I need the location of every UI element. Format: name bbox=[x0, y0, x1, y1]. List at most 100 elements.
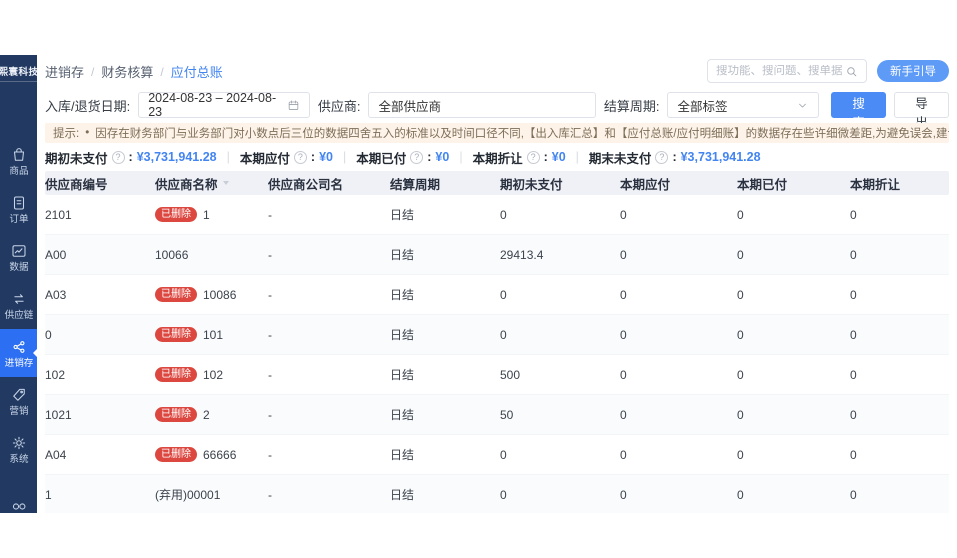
date-range-input[interactable]: 2024-08-23 – 2024-08-23 bbox=[138, 91, 310, 119]
cell-period-discount: 0 bbox=[850, 407, 857, 422]
help-icon[interactable]: ? bbox=[410, 150, 424, 164]
summary-value: ¥0 bbox=[319, 150, 333, 164]
period-select[interactable]: 全部标签 bbox=[667, 92, 820, 118]
summary-label: 期末未支付 bbox=[588, 151, 652, 166]
cell-opening-unpaid: 0 bbox=[500, 287, 507, 302]
sidebar-item-marketing[interactable]: 营销 bbox=[0, 377, 37, 425]
supplier-input[interactable]: 全部供应商 bbox=[368, 92, 596, 118]
sidebar-item-goods[interactable]: 商品 bbox=[0, 137, 37, 185]
column-header-period-discount: 本期折让 bbox=[850, 177, 901, 192]
sort-icon[interactable] bbox=[222, 181, 229, 185]
colon: : bbox=[427, 150, 432, 164]
table-row[interactable]: 1021 已删除 2 - 日结 50 0 0 0 bbox=[45, 395, 949, 435]
summary-value: ¥0 bbox=[551, 150, 566, 164]
topbar: 进销存 财务核算 应付总账 新手引导 bbox=[45, 55, 949, 87]
global-search[interactable] bbox=[707, 59, 867, 83]
summary-item-period-discount: 本期折让 ? : ¥0 bbox=[473, 148, 566, 167]
help-icon[interactable]: ? bbox=[111, 150, 125, 164]
sidebar-item-label: 数据 bbox=[8, 261, 29, 273]
cell-supplier-name: 已删除 101 bbox=[155, 327, 268, 342]
cell-opening-unpaid: 0 bbox=[500, 327, 507, 342]
table-row[interactable]: 2101 已删除 1 - 日结 0 0 0 0 bbox=[45, 195, 949, 235]
table-row[interactable]: 1 (弃用)00001 - 日结 0 0 0 0 bbox=[45, 475, 949, 513]
cell-supplier-code: 1 bbox=[45, 487, 52, 502]
sidebar-item-system[interactable]: 系统 bbox=[0, 425, 37, 473]
cell-period-discount: 0 bbox=[850, 327, 857, 342]
column-header-settlement-period: 结算周期 bbox=[390, 177, 441, 192]
cell-settlement-period: 日结 bbox=[390, 448, 415, 462]
filter-bar: 入库/退货日期: 2024-08-23 – 2024-08-23 供应商: 全部… bbox=[45, 87, 950, 130]
supplier-value: 全部供应商 bbox=[378, 99, 441, 114]
cell-supplier-code: 1021 bbox=[45, 407, 72, 422]
cell-period-paid: 0 bbox=[737, 407, 744, 422]
breadcrumb-item[interactable]: 进销存 bbox=[45, 62, 84, 81]
sidebar-item-data[interactable]: 数据 bbox=[0, 233, 37, 281]
cell-supplier-name: 已删除 10086 bbox=[155, 287, 268, 302]
cell-company-name: - bbox=[268, 487, 272, 502]
summary-bar: 期初未支付 ? : ¥3,731,941.28 本期应付 ? : ¥0 本期已付… bbox=[45, 143, 949, 171]
cell-period-paid: 0 bbox=[737, 367, 744, 382]
cell-settlement-period: 日结 bbox=[390, 248, 415, 262]
sidebar: 熙寰科技 商品 订单 数据 供应链 进销存 营销 系统 bbox=[0, 55, 37, 513]
table-row[interactable]: 102 已删除 102 - 日结 500 0 0 0 bbox=[45, 355, 949, 395]
help-icon[interactable]: ? bbox=[655, 150, 669, 164]
contacts-icon[interactable] bbox=[10, 499, 28, 513]
search-icon bbox=[847, 66, 857, 76]
table-row[interactable]: A04 已删除 66666 - 日结 0 0 0 0 bbox=[45, 435, 949, 475]
breadcrumb-item[interactable]: 财务核算 bbox=[101, 62, 153, 81]
cell-supplier-code: A04 bbox=[45, 447, 67, 462]
cell-period-discount: 0 bbox=[850, 287, 857, 302]
cell-company-name: - bbox=[268, 407, 272, 422]
chart-icon bbox=[11, 244, 26, 257]
cell-period-paid: 0 bbox=[737, 287, 744, 302]
summary-item-period-payable: 本期应付 ? : ¥0 bbox=[240, 148, 333, 167]
order-icon bbox=[13, 195, 24, 210]
table-row[interactable]: A00 10066 - 日结 29413.4 0 0 0 bbox=[45, 235, 949, 275]
cell-supplier-code: 102 bbox=[45, 367, 66, 382]
export-button[interactable]: 导出 bbox=[894, 92, 950, 130]
app-logo: 熙寰科技 bbox=[0, 64, 37, 82]
cell-period-paid: 0 bbox=[737, 487, 744, 502]
notice-prefix: 提示: bbox=[53, 128, 80, 140]
summary-item-period-paid: 本期已付 ? : ¥0 bbox=[356, 148, 449, 167]
help-icon[interactable]: ? bbox=[293, 150, 307, 164]
sidebar-item-inventory[interactable]: 进销存 bbox=[0, 329, 37, 377]
notice-bullet: • bbox=[85, 127, 90, 139]
period-value: 全部标签 bbox=[677, 99, 728, 114]
search-button[interactable]: 搜索 bbox=[831, 92, 887, 130]
guide-button[interactable]: 新手引导 bbox=[877, 60, 949, 82]
period-filter-label: 结算周期: bbox=[603, 98, 660, 114]
cell-opening-unpaid: 29413.4 bbox=[500, 247, 544, 262]
table-row[interactable]: 0 已删除 101 - 日结 0 0 0 0 bbox=[45, 315, 949, 355]
column-header-period-paid: 本期已付 bbox=[737, 177, 788, 192]
cell-period-paid: 0 bbox=[737, 247, 744, 262]
app-window: 熙寰科技 商品 订单 数据 供应链 进销存 营销 系统 进销存 / 财务核算 /… bbox=[0, 55, 957, 513]
table-body: 2101 已删除 1 - 日结 0 0 0 0 A00 10066 - 日结 2… bbox=[45, 195, 949, 513]
global-search-input[interactable] bbox=[716, 65, 845, 77]
breadcrumb-separator bbox=[160, 64, 163, 79]
cell-supplier-name: 已删除 66666 bbox=[155, 447, 268, 462]
summary-label: 期初未支付 bbox=[45, 151, 108, 166]
deleted-badge: 已删除 bbox=[155, 367, 197, 382]
deleted-badge: 已删除 bbox=[155, 407, 197, 422]
notice-bar: 提示: • 因存在财务部门与业务部门对小数点后三位的数据四舍五入的标准以及时间口… bbox=[45, 123, 949, 143]
cell-supplier-code: A00 bbox=[45, 247, 67, 262]
help-icon[interactable]: ? bbox=[526, 150, 540, 164]
table-row[interactable]: A03 已删除 10086 - 日结 0 0 0 0 bbox=[45, 275, 949, 315]
colon: : bbox=[310, 150, 316, 164]
sidebar-item-orders[interactable]: 订单 bbox=[0, 185, 37, 233]
cell-period-discount: 0 bbox=[850, 247, 857, 262]
breadcrumb-item-current: 应付总账 bbox=[170, 64, 223, 80]
cell-settlement-period: 日结 bbox=[390, 408, 415, 422]
colon: : bbox=[128, 150, 133, 164]
share-nodes-icon bbox=[13, 340, 24, 353]
cell-company-name: - bbox=[268, 327, 272, 342]
cell-period-paid: 0 bbox=[737, 327, 744, 342]
summary-divider bbox=[333, 150, 356, 164]
cell-period-discount: 0 bbox=[850, 207, 857, 222]
cell-supplier-code: 2101 bbox=[45, 207, 72, 222]
cell-company-name: - bbox=[268, 247, 272, 262]
cell-supplier-code: A03 bbox=[45, 287, 67, 302]
cell-company-name: - bbox=[268, 287, 272, 302]
sidebar-item-supply-chain[interactable]: 供应链 bbox=[0, 281, 37, 329]
